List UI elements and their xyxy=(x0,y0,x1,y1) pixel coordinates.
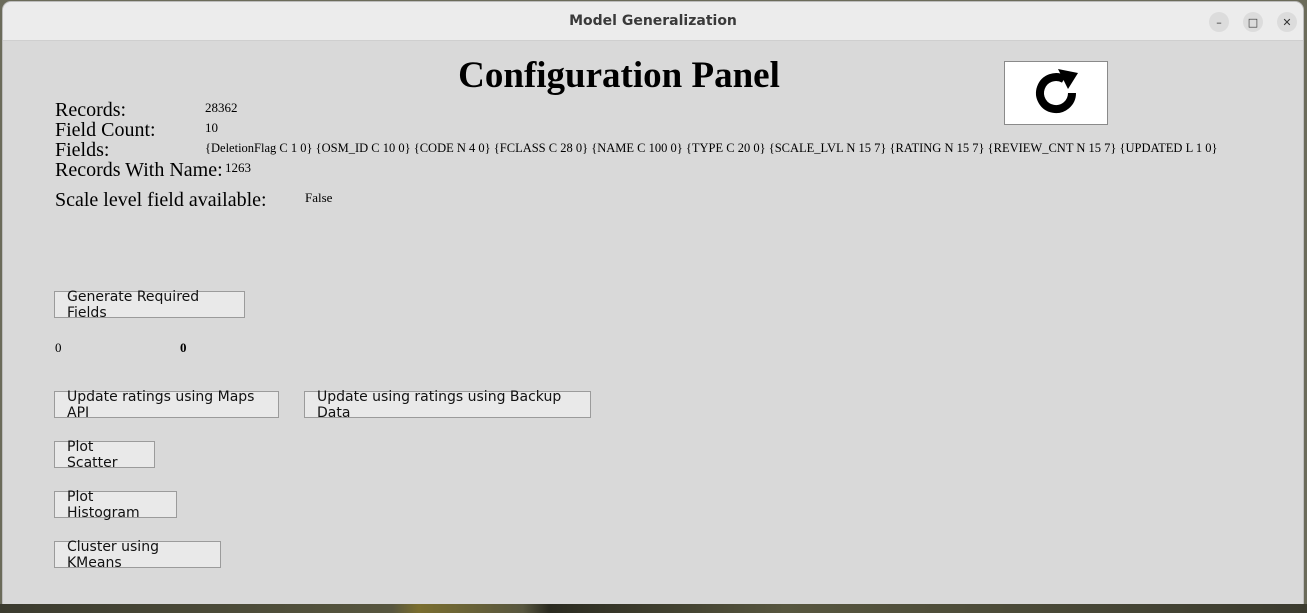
minimize-icon: – xyxy=(1216,15,1222,29)
progress-count-right: 0 xyxy=(180,340,187,355)
close-button[interactable]: ✕ xyxy=(1277,12,1297,32)
generate-required-fields-button[interactable]: Generate Required Fields xyxy=(54,289,245,321)
app-window: Model Generalization – □ ✕ Configuration… xyxy=(3,2,1303,610)
maximize-button[interactable]: □ xyxy=(1243,12,1263,32)
maximize-icon: □ xyxy=(1247,15,1259,29)
window-title: Model Generalization xyxy=(569,13,737,29)
close-icon: ✕ xyxy=(1282,15,1292,29)
records-with-name-label: Records With Name: xyxy=(55,159,223,181)
scale-level-value: False xyxy=(305,190,333,205)
plot-histogram-button[interactable]: Plot Histogram xyxy=(54,489,177,521)
minimize-button[interactable]: – xyxy=(1209,12,1229,32)
plot-scatter-button[interactable]: Plot Scatter xyxy=(54,439,155,471)
records-with-name-value: 1263 xyxy=(225,160,251,175)
title-bar[interactable]: Model Generalization – □ ✕ xyxy=(3,2,1303,41)
refresh-button[interactable] xyxy=(1004,61,1108,125)
fields-value: {DeletionFlag C 1 0} {OSM_ID C 10 0} {CO… xyxy=(205,141,1218,155)
records-label: Records: xyxy=(55,99,127,121)
cluster-kmeans-button[interactable]: Cluster using KMeans xyxy=(54,539,221,571)
field-count-value: 10 xyxy=(205,120,218,135)
update-maps-api-button[interactable]: Update ratings using Maps API xyxy=(54,389,279,421)
field-count-label: Field Count: xyxy=(55,119,156,141)
fields-label: Fields: xyxy=(55,139,110,161)
progress-count-left: 0 xyxy=(55,340,62,355)
records-value: 28362 xyxy=(205,100,238,115)
desktop-background xyxy=(0,604,1307,613)
refresh-icon xyxy=(1036,69,1078,114)
scale-level-label: Scale level field available: xyxy=(55,189,267,211)
update-backup-data-button[interactable]: Update using ratings using Backup Data xyxy=(304,389,591,421)
